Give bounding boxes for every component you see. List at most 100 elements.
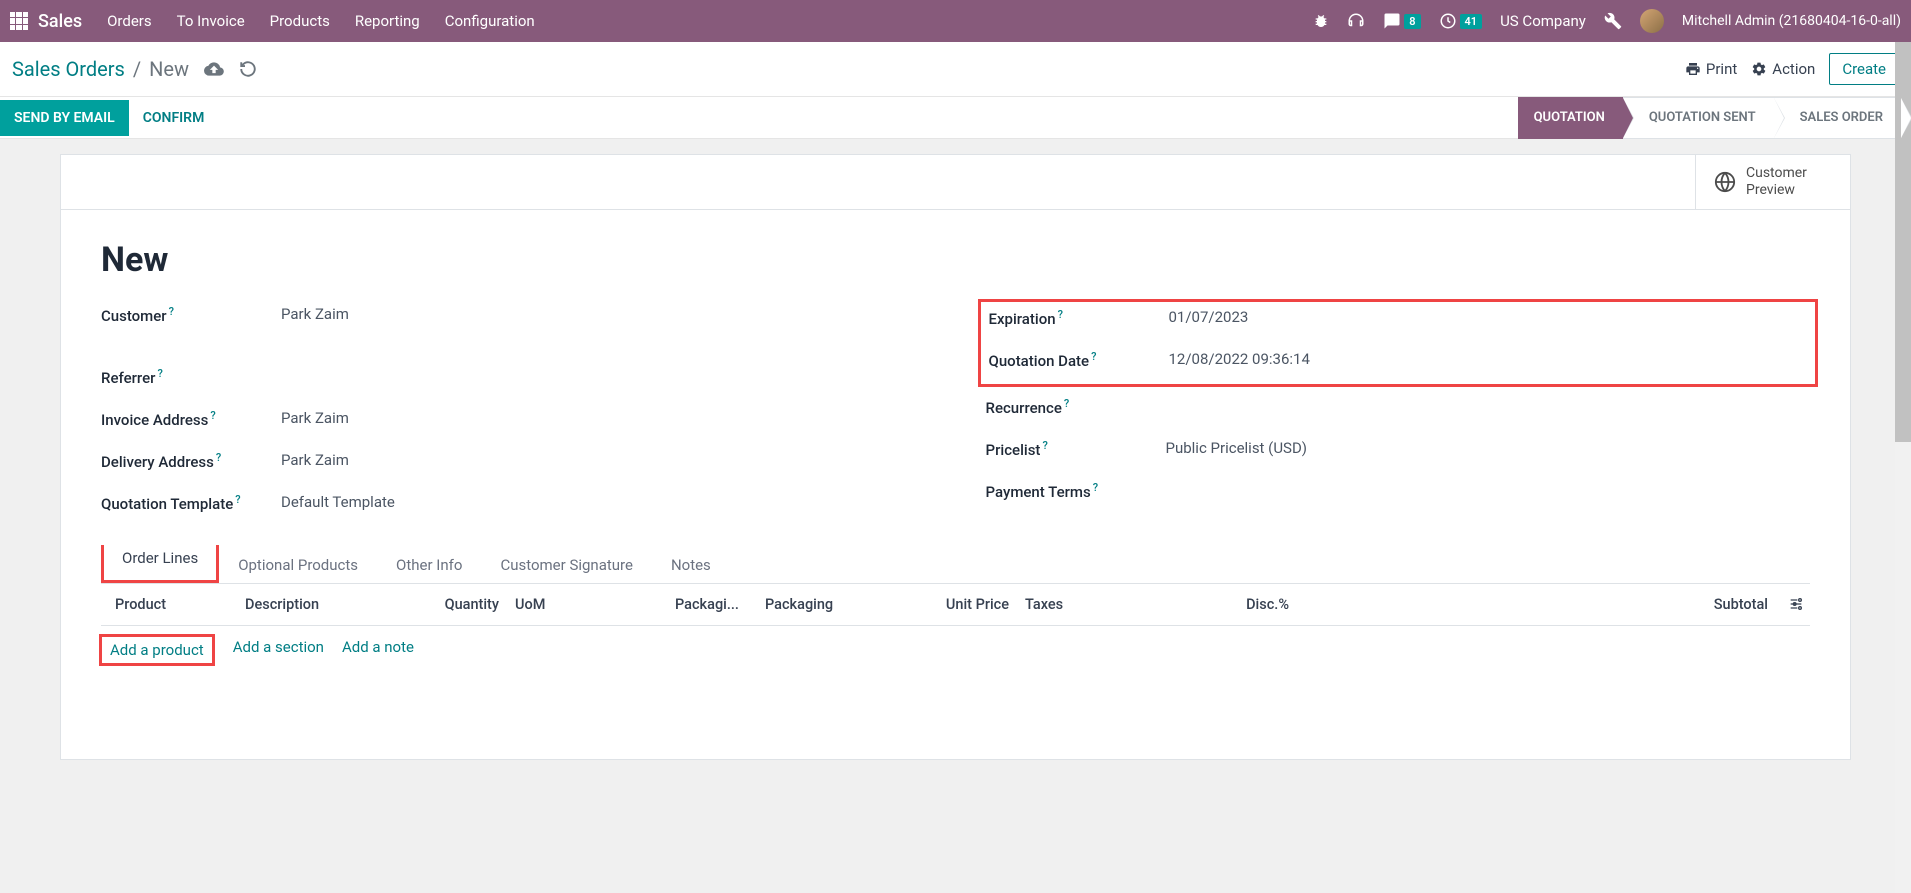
tab-other-info[interactable]: Other Info [377, 545, 481, 584]
sheet-top: CustomerPreview [61, 155, 1850, 210]
tab-optional-products[interactable]: Optional Products [219, 545, 377, 584]
field-expiration: Expiration? 01/07/2023 [989, 308, 1808, 332]
customer-preview-label: CustomerPreview [1746, 165, 1807, 199]
activities-icon[interactable]: 41 [1439, 12, 1483, 30]
help-icon[interactable]: ? [235, 493, 240, 506]
save-cloud-icon[interactable] [204, 59, 224, 79]
tools-icon[interactable] [1604, 12, 1622, 30]
menu-configuration[interactable]: Configuration [445, 12, 535, 30]
field-quotation-template: Quotation Template? Default Template [101, 493, 926, 517]
column-settings-icon[interactable] [1788, 596, 1804, 612]
breadcrumb: Sales Orders / New [12, 57, 1685, 81]
user-name[interactable]: Mitchell Admin (21680404-16-0-all) [1682, 13, 1901, 29]
help-icon[interactable]: ? [157, 367, 162, 380]
field-quotation-date: Quotation Date? 12/08/2022 09:36:14 [989, 350, 1808, 374]
highlighted-dates: Expiration? 01/07/2023 Quotation Date? 1… [978, 299, 1819, 387]
add-product-highlight: Add a product [99, 634, 215, 666]
order-lines-header: Product Description Quantity UoM Packagi… [101, 584, 1810, 626]
field-recurrence: Recurrence? [986, 397, 1811, 421]
breadcrumb-sep: / [133, 57, 141, 81]
send-email-button[interactable]: SEND BY EMAIL [0, 100, 129, 136]
tabs: Order Lines Optional Products Other Info… [101, 545, 1810, 584]
form-sheet: CustomerPreview New Customer? Park Zaim … [60, 154, 1851, 760]
company-switcher[interactable]: US Company [1500, 12, 1586, 30]
tab-order-lines[interactable]: Order Lines [104, 539, 216, 577]
status-steps: QUOTATION QUOTATION SENT SALES ORDER [1518, 97, 1901, 139]
menu-reporting[interactable]: Reporting [355, 12, 420, 30]
field-referrer: Referrer? [101, 367, 926, 391]
customer-value[interactable]: Park Zaim [281, 305, 926, 323]
help-icon[interactable]: ? [1058, 308, 1063, 321]
tab-customer-signature[interactable]: Customer Signature [481, 545, 652, 584]
field-payment-terms: Payment Terms? [986, 481, 1811, 505]
expiration-value[interactable]: 01/07/2023 [1169, 308, 1808, 326]
step-sales-order[interactable]: SALES ORDER [1774, 97, 1901, 139]
col-unit-price: Unit Price [927, 596, 1017, 613]
phone-icon[interactable] [1347, 12, 1365, 30]
messages-badge: 8 [1404, 14, 1420, 29]
col-packaging-qty: Packagi... [667, 596, 757, 613]
customer-preview-button[interactable]: CustomerPreview [1695, 155, 1850, 209]
print-button[interactable]: Print [1685, 60, 1737, 78]
help-icon[interactable]: ? [1093, 481, 1098, 494]
col-quantity: Quantity [407, 596, 507, 613]
create-button[interactable]: Create [1829, 53, 1899, 85]
confirm-button[interactable]: CONFIRM [129, 100, 219, 136]
status-bar: SEND BY EMAIL CONFIRM QUOTATION QUOTATIO… [0, 97, 1911, 139]
discard-icon[interactable] [239, 60, 257, 78]
add-note-link[interactable]: Add a note [342, 638, 414, 662]
help-icon[interactable]: ? [216, 451, 221, 464]
tab-notes[interactable]: Notes [652, 545, 730, 584]
bug-icon[interactable] [1313, 13, 1329, 29]
field-invoice-address: Invoice Address? Park Zaim [101, 409, 926, 433]
tab-order-lines-highlight: Order Lines [101, 545, 219, 583]
add-section-link[interactable]: Add a section [233, 638, 324, 662]
step-quotation[interactable]: QUOTATION [1518, 97, 1623, 139]
help-icon[interactable]: ? [1042, 439, 1047, 452]
add-product-link[interactable]: Add a product [110, 641, 204, 659]
quotation-template-value[interactable]: Default Template [281, 493, 926, 511]
content: CustomerPreview New Customer? Park Zaim … [0, 139, 1911, 790]
col-taxes: Taxes [1017, 596, 1217, 613]
step-quotation-sent[interactable]: QUOTATION SENT [1623, 97, 1774, 139]
breadcrumb-actions: Print Action Create [1685, 53, 1899, 85]
help-icon[interactable]: ? [1064, 397, 1069, 410]
form-columns: Customer? Park Zaim Referrer? Invoice Ad… [101, 305, 1810, 535]
top-nav: Sales Orders To Invoice Products Reporti… [0, 0, 1911, 42]
col-product: Product [107, 596, 237, 613]
record-title: New [101, 240, 1810, 280]
col-subtotal: Subtotal [1297, 596, 1776, 613]
breadcrumb-current: New [149, 57, 189, 81]
quotation-date-value[interactable]: 12/08/2022 09:36:14 [1169, 350, 1808, 368]
messages-icon[interactable]: 8 [1383, 12, 1420, 30]
field-customer: Customer? Park Zaim [101, 305, 926, 329]
breadcrumb-root[interactable]: Sales Orders [12, 57, 125, 81]
help-icon[interactable]: ? [169, 305, 174, 318]
order-lines-body: Add a product Add a section Add a note [101, 626, 1810, 674]
avatar[interactable] [1640, 9, 1664, 33]
sheet-body: New Customer? Park Zaim Referrer? Invoic… [61, 210, 1850, 759]
field-delivery-address: Delivery Address? Park Zaim [101, 451, 926, 475]
vertical-scrollbar[interactable] [1895, 42, 1911, 893]
menu-to-invoice[interactable]: To Invoice [177, 12, 245, 30]
help-icon[interactable]: ? [1091, 350, 1096, 363]
action-button[interactable]: Action [1751, 60, 1815, 78]
col-uom: UoM [507, 596, 667, 613]
form-col-left: Customer? Park Zaim Referrer? Invoice Ad… [101, 305, 926, 535]
field-pricelist: Pricelist? Public Pricelist (USD) [986, 439, 1811, 463]
breadcrumb-bar: Sales Orders / New Print Action Create [0, 42, 1911, 97]
col-disc: Disc.% [1217, 596, 1297, 613]
form-col-right: Expiration? 01/07/2023 Quotation Date? 1… [986, 305, 1811, 535]
globe-icon [1714, 171, 1736, 193]
main-menu: Orders To Invoice Products Reporting Con… [107, 12, 1313, 30]
menu-products[interactable]: Products [270, 12, 330, 30]
invoice-address-value[interactable]: Park Zaim [281, 409, 926, 427]
topbar-right: 8 41 US Company Mitchell Admin (21680404… [1313, 9, 1901, 33]
menu-orders[interactable]: Orders [107, 12, 152, 30]
activities-badge: 41 [1460, 14, 1483, 29]
app-brand[interactable]: Sales [38, 11, 82, 32]
help-icon[interactable]: ? [210, 409, 215, 422]
apps-icon[interactable] [10, 12, 28, 30]
delivery-address-value[interactable]: Park Zaim [281, 451, 926, 469]
pricelist-value[interactable]: Public Pricelist (USD) [1166, 439, 1811, 457]
